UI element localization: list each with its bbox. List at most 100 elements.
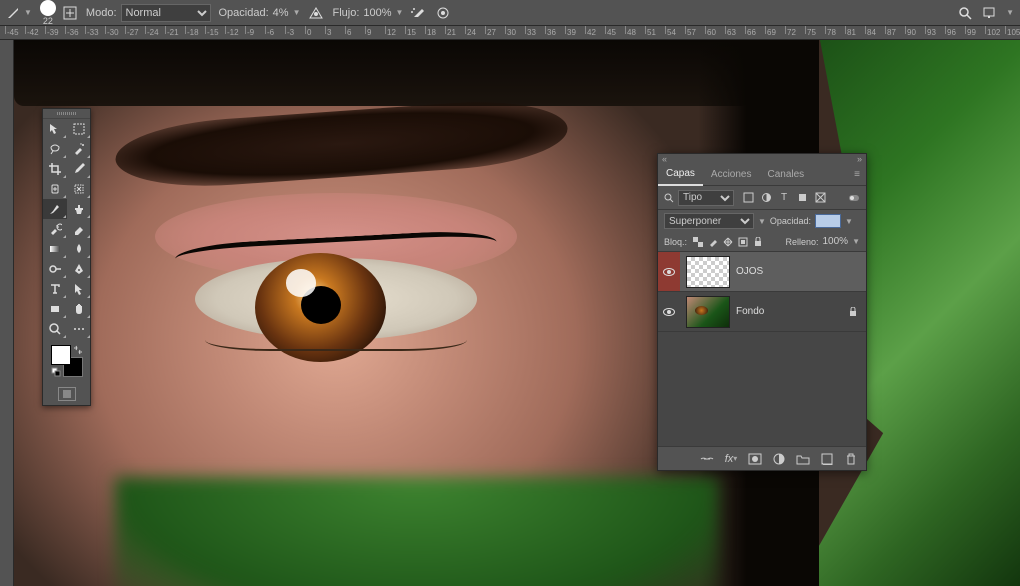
gradient-tool[interactable]	[43, 239, 67, 259]
zoom-tool[interactable]	[43, 319, 67, 339]
search-icon[interactable]	[958, 6, 972, 20]
layer-thumbnail[interactable]	[686, 296, 730, 328]
lasso-tool[interactable]	[43, 139, 67, 159]
mode-label: Modo:	[86, 7, 117, 19]
crop-tool[interactable]	[43, 159, 67, 179]
layer-filter-select[interactable]: Tipo	[678, 190, 734, 206]
type-tool[interactable]	[43, 279, 67, 299]
chevron-down-icon: ▼	[758, 217, 766, 226]
lock-all-icon[interactable]	[753, 237, 763, 247]
fill-label: Relleno:	[785, 237, 818, 247]
hand-tool[interactable]	[67, 299, 91, 319]
filter-toggle-icon[interactable]	[848, 192, 860, 204]
layers-panel: « » Capas Acciones Canales ≡ Tipo T Supe…	[657, 153, 867, 471]
panel-header[interactable]: « »	[658, 154, 866, 164]
layer-thumbnail[interactable]	[686, 256, 730, 288]
lock-artboard-icon[interactable]	[738, 237, 748, 247]
vertical-ruler	[0, 40, 14, 586]
layer-visibility-toggle[interactable]	[658, 252, 680, 291]
quick-select-tool[interactable]	[67, 139, 91, 159]
brush-preset-picker[interactable]: 22	[40, 0, 56, 26]
layer-style-icon[interactable]: fx▾	[724, 452, 738, 466]
horizontal-ruler: -45-42-39-36-33-30-27-24-21-18-15-12-9-6…	[0, 26, 1020, 40]
layer-list: OJOS Fondo	[658, 252, 866, 446]
chevron-down-icon[interactable]: ▼	[396, 8, 404, 17]
new-layer-icon[interactable]	[820, 452, 834, 466]
airbrush-toggle[interactable]	[411, 6, 427, 20]
quick-mask-toggle[interactable]	[43, 383, 90, 405]
chevron-down-icon: ▼	[24, 8, 32, 17]
layer-name[interactable]: OJOS	[736, 266, 763, 277]
eraser-tool[interactable]	[67, 219, 91, 239]
history-brush-tool[interactable]	[43, 219, 67, 239]
search-icon	[664, 193, 674, 203]
brush-size-value: 22	[41, 16, 55, 26]
layer-blend-mode-select[interactable]: Superponer	[664, 213, 754, 229]
lock-transparency-icon[interactable]	[693, 237, 703, 247]
dodge-tool[interactable]	[43, 259, 67, 279]
layer-opacity-input[interactable]	[815, 214, 841, 228]
filter-shape-icon[interactable]	[796, 192, 808, 204]
screen-mode-icon[interactable]	[982, 6, 996, 20]
layer-visibility-toggle[interactable]	[658, 292, 680, 331]
move-tool[interactable]	[43, 119, 67, 139]
chevron-down-icon[interactable]: ▼	[1006, 8, 1014, 17]
document-canvas[interactable]	[14, 40, 1020, 586]
brush-settings-toggle[interactable]	[62, 5, 78, 21]
fill-value[interactable]: 100%	[823, 236, 849, 247]
chevron-down-icon[interactable]: ▼	[845, 217, 853, 226]
tab-actions[interactable]: Acciones	[703, 164, 760, 186]
collapse-left-icon[interactable]: «	[662, 154, 667, 164]
pressure-size-toggle[interactable]	[435, 6, 451, 20]
layer-name[interactable]: Fondo	[736, 306, 764, 317]
flow-label: Flujo:	[332, 7, 359, 19]
layer-row[interactable]: Fondo	[658, 292, 866, 332]
chevron-down-icon[interactable]: ▼	[852, 237, 860, 246]
tool-preset-picker[interactable]: ▼	[6, 6, 32, 20]
eyedropper-tool[interactable]	[67, 159, 91, 179]
layer-row[interactable]: OJOS	[658, 252, 866, 292]
flow-value[interactable]: 100%	[363, 7, 391, 19]
blend-mode-select[interactable]: Normal	[121, 4, 211, 22]
foreground-color-swatch[interactable]	[51, 345, 71, 365]
options-bar: ▼ 22 Modo: Normal Opacidad: 4% ▼ Flujo: …	[0, 0, 1020, 26]
lock-pixels-icon[interactable]	[708, 237, 718, 247]
filter-type-icon[interactable]: T	[778, 192, 790, 204]
layer-actions-bar: fx▾	[658, 446, 866, 470]
layer-mask-icon[interactable]	[748, 452, 762, 466]
blur-tool[interactable]	[67, 239, 91, 259]
tab-channels[interactable]: Canales	[759, 164, 812, 186]
filter-smart-icon[interactable]	[814, 192, 826, 204]
pressure-opacity-toggle[interactable]	[308, 6, 324, 20]
default-colors-icon[interactable]	[51, 367, 61, 377]
pen-tool[interactable]	[67, 259, 91, 279]
opacity-label: Opacidad:	[219, 7, 269, 19]
panel-grip[interactable]	[43, 109, 90, 119]
eye-icon	[663, 268, 675, 276]
healing-brush-tool[interactable]	[43, 179, 67, 199]
eye-icon	[663, 308, 675, 316]
lock-position-icon[interactable]	[723, 237, 733, 247]
chevron-down-icon[interactable]: ▼	[293, 8, 301, 17]
filter-adjustment-icon[interactable]	[760, 192, 772, 204]
brush-tool[interactable]	[43, 199, 67, 219]
marquee-tool[interactable]	[67, 119, 91, 139]
opacity-value[interactable]: 4%	[273, 7, 289, 19]
patch-tool[interactable]	[67, 179, 91, 199]
rectangle-tool[interactable]	[43, 299, 67, 319]
path-select-tool[interactable]	[67, 279, 91, 299]
new-group-icon[interactable]	[796, 452, 810, 466]
edit-toolbar[interactable]	[67, 319, 91, 339]
clone-stamp-tool[interactable]	[67, 199, 91, 219]
tab-layers[interactable]: Capas	[658, 164, 703, 186]
link-layers-icon[interactable]	[700, 452, 714, 466]
filter-pixel-icon[interactable]	[742, 192, 754, 204]
collapse-right-icon[interactable]: »	[857, 154, 862, 164]
panel-menu-icon[interactable]: ≡	[848, 169, 866, 180]
swap-colors-icon[interactable]	[73, 345, 83, 355]
document-image	[14, 40, 1020, 586]
brush-preview-icon	[40, 0, 56, 16]
adjustment-layer-icon[interactable]	[772, 452, 786, 466]
lock-label: Bloq.:	[664, 237, 687, 247]
delete-layer-icon[interactable]	[844, 452, 858, 466]
